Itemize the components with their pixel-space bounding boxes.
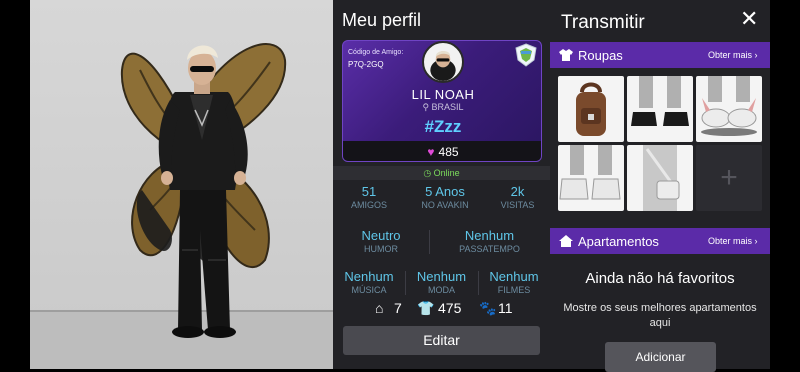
stat-years-value: 5 Anos (425, 184, 465, 199)
player-country: ⚲ BRASIL (343, 102, 541, 113)
profile-avatar[interactable] (422, 41, 464, 83)
edit-button[interactable]: Editar (343, 326, 540, 355)
movies-value: Nenhum (489, 269, 539, 284)
apartments-section-label: Apartamentos (578, 234, 659, 249)
clothes-section-label: Roupas (578, 48, 623, 63)
location-pin-icon: ⚲ (422, 102, 432, 112)
pets-count: 11 (498, 300, 513, 316)
no-favorites-subtitle: Mostre os seus melhores apartamentos aqu… (563, 302, 757, 329)
avatar-preview[interactable] (30, 0, 333, 369)
stat-friends-label: AMIGOS (350, 200, 387, 210)
house-icon: ⌂ (375, 300, 384, 316)
player-name: LIL NOAH (411, 87, 475, 102)
hobby: Nenhum PASSATEMPO (429, 228, 550, 254)
shirt-icon: 👕 (417, 300, 435, 316)
profile-card: Código de Amigo: P7Q-2GQ LIL NOAH ⚲ BRAS… (342, 40, 542, 162)
broadcast-panel: Transmitir ✕ Roupas Obter mais › + Apart… (550, 0, 770, 372)
movies-label: FILMES (497, 285, 531, 295)
mood-label: HUMOR (364, 244, 398, 254)
heart-icon: ♥ (427, 145, 435, 159)
fashion: Nenhum MODA (405, 269, 478, 295)
stat-friends[interactable]: 51 AMIGOS (333, 184, 405, 210)
friend-code-label: Código de Amigo: (348, 49, 404, 56)
house-icon (559, 235, 573, 247)
paw-icon: 🐾 (479, 300, 497, 316)
music-label: MÚSICA (351, 285, 387, 295)
clothing-item-backpack[interactable] (558, 76, 624, 142)
shirt-icon (559, 49, 573, 61)
hobby-value: Nenhum (464, 228, 515, 243)
profile-panel: Meu perfil Código de Amigo: P7Q-2GQ LIL … (333, 0, 550, 369)
clothes-get-more-link[interactable]: Obter mais › (708, 50, 758, 60)
profile-title: Meu perfil (342, 10, 422, 30)
broadcast-title: Transmitir (561, 12, 645, 33)
stat-years-label: NO AVAKIN (421, 200, 469, 210)
no-favorites-title: Ainda não há favoritos (585, 270, 735, 287)
add-button[interactable]: Adicionar (605, 342, 716, 372)
mood-value: Neutro (361, 228, 401, 243)
shield-badge-icon[interactable] (515, 43, 537, 67)
music-value: Nenhum (344, 269, 394, 284)
clothes-section-header: Roupas Obter mais › (550, 42, 770, 68)
clothing-item-white-sneakers[interactable] (558, 145, 624, 211)
right-screen-edge (770, 0, 800, 369)
stat-friends-value: 51 (361, 184, 377, 199)
player-status: #Zzz (424, 117, 462, 136)
stat-visits-label: VISITAS (500, 200, 535, 210)
apartments-section-header: Apartamentos Obter mais › (550, 228, 770, 254)
country-name: BRASIL (431, 102, 464, 112)
left-screen-edge (0, 0, 30, 369)
stat-years: 5 Anos NO AVAKIN (405, 184, 485, 210)
collection-counts: ⌂ 7 👕 475 🐾 11 (333, 300, 550, 320)
movies: Nenhum FILMES (478, 269, 550, 295)
apartments-get-more-link[interactable]: Obter mais › (708, 236, 758, 246)
online-status: ◷ Online (333, 166, 550, 180)
apartments-count: 7 (394, 300, 402, 316)
hearts-value: 485 (438, 145, 459, 159)
clothing-item-bunny-slippers[interactable] (696, 76, 762, 142)
fashion-label: MODA (428, 285, 455, 295)
close-icon[interactable]: ✕ (740, 6, 758, 32)
stat-visits: 2k VISITAS (485, 184, 550, 210)
clothing-item-black-sneakers[interactable] (627, 76, 693, 142)
mood: Neutro HUMOR (333, 228, 429, 254)
clock-icon: ◷ (423, 168, 434, 178)
friend-code[interactable]: P7Q-2GQ (348, 60, 384, 69)
clothes-count: 475 (438, 300, 462, 316)
hearts-count[interactable]: ♥ 485 (343, 145, 541, 159)
add-clothing-tile[interactable]: + (696, 145, 762, 211)
fashion-value: Nenhum (416, 269, 467, 284)
clothing-item-crossbody-bag[interactable] (627, 145, 693, 211)
avatar-figure[interactable] (30, 0, 333, 369)
stat-visits-value: 2k (510, 184, 525, 199)
online-label: Online (433, 168, 460, 178)
music: Nenhum MÚSICA (333, 269, 405, 295)
hobby-label: PASSATEMPO (459, 244, 520, 254)
